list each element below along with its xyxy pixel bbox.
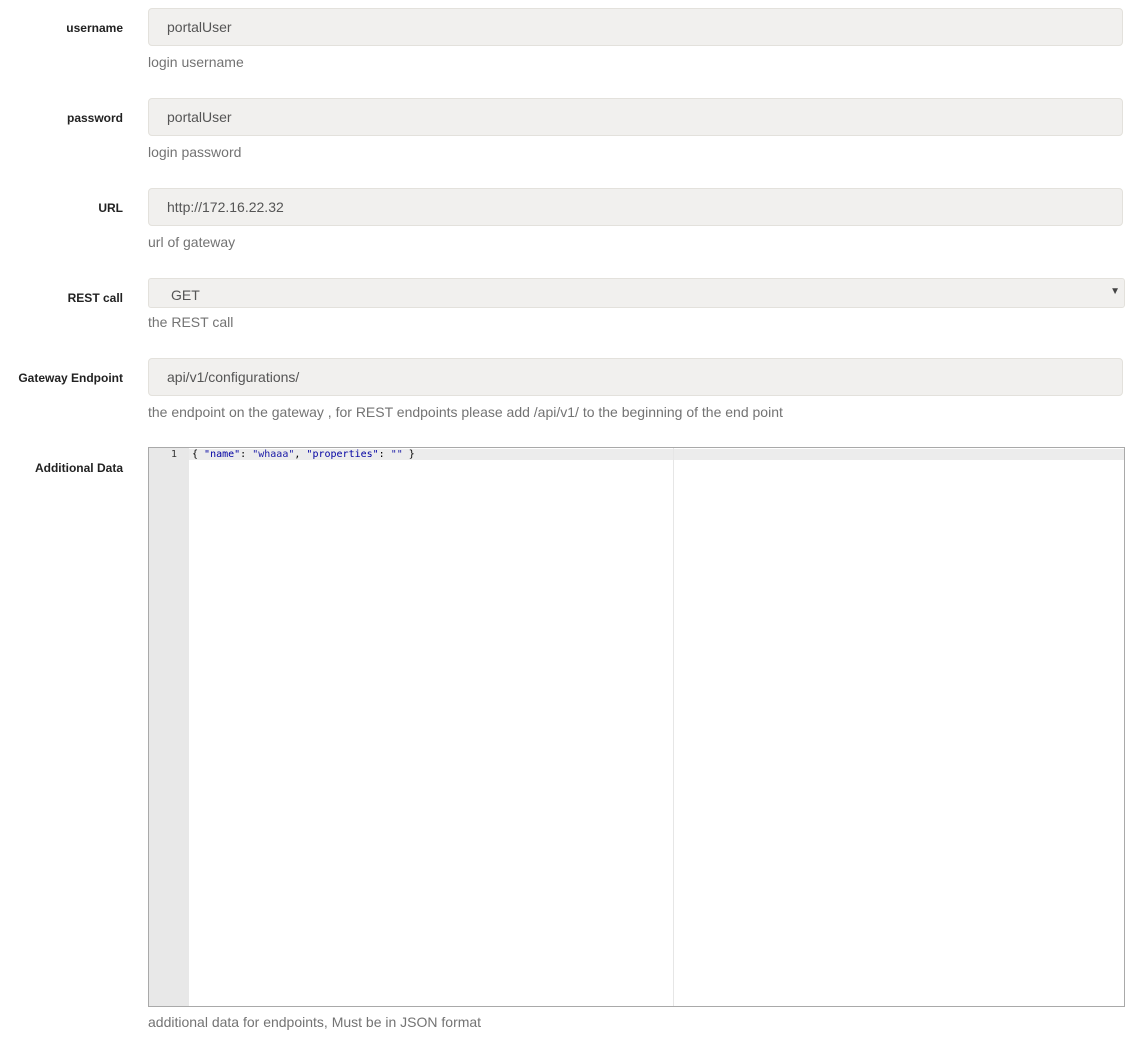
token-colon: : <box>378 449 391 460</box>
rest-call-selected-value: GET <box>171 287 200 303</box>
chevron-down-icon: ▼ <box>1110 286 1120 297</box>
token-key-properties: "properties" <box>306 449 379 460</box>
rest-call-select[interactable]: GET ▼ <box>148 278 1125 308</box>
url-label: URL <box>98 201 123 215</box>
token-value-name: "whaaa" <box>252 449 295 460</box>
username-help: login username <box>148 54 244 70</box>
password-input[interactable] <box>148 98 1123 136</box>
token-value-properties: "" <box>390 449 403 460</box>
token-comma: , <box>294 449 307 460</box>
token-key-name: "name" <box>204 449 241 460</box>
username-label: username <box>66 21 123 35</box>
rest-call-label: REST call <box>67 291 123 305</box>
url-input[interactable] <box>148 188 1123 226</box>
json-code-editor[interactable]: 1 { "name": "whaaa", "properties": "" } <box>148 447 1125 1007</box>
rest-call-help: the REST call <box>148 314 234 330</box>
token-open-brace: { <box>192 449 205 460</box>
editor-gutter <box>149 448 189 1006</box>
token-close-brace: } <box>402 449 415 460</box>
code-line[interactable]: { "name": "whaaa", "properties": "" } <box>192 449 415 460</box>
token-colon: : <box>240 449 253 460</box>
line-number: 1 <box>170 449 177 460</box>
gateway-endpoint-input[interactable] <box>148 358 1123 396</box>
gateway-endpoint-label: Gateway Endpoint <box>18 371 123 385</box>
password-label: password <box>66 111 123 125</box>
url-help: url of gateway <box>148 234 236 250</box>
password-help: login password <box>148 144 242 160</box>
additional-data-help: additional data for endpoints, Must be i… <box>148 1014 482 1030</box>
print-margin <box>673 448 674 1006</box>
gateway-endpoint-help: the endpoint on the gateway , for REST e… <box>148 404 783 420</box>
additional-data-label: Additional Data <box>34 461 123 475</box>
username-input[interactable] <box>148 8 1123 46</box>
gateway-config-form: username login username password login p… <box>0 0 1132 1038</box>
